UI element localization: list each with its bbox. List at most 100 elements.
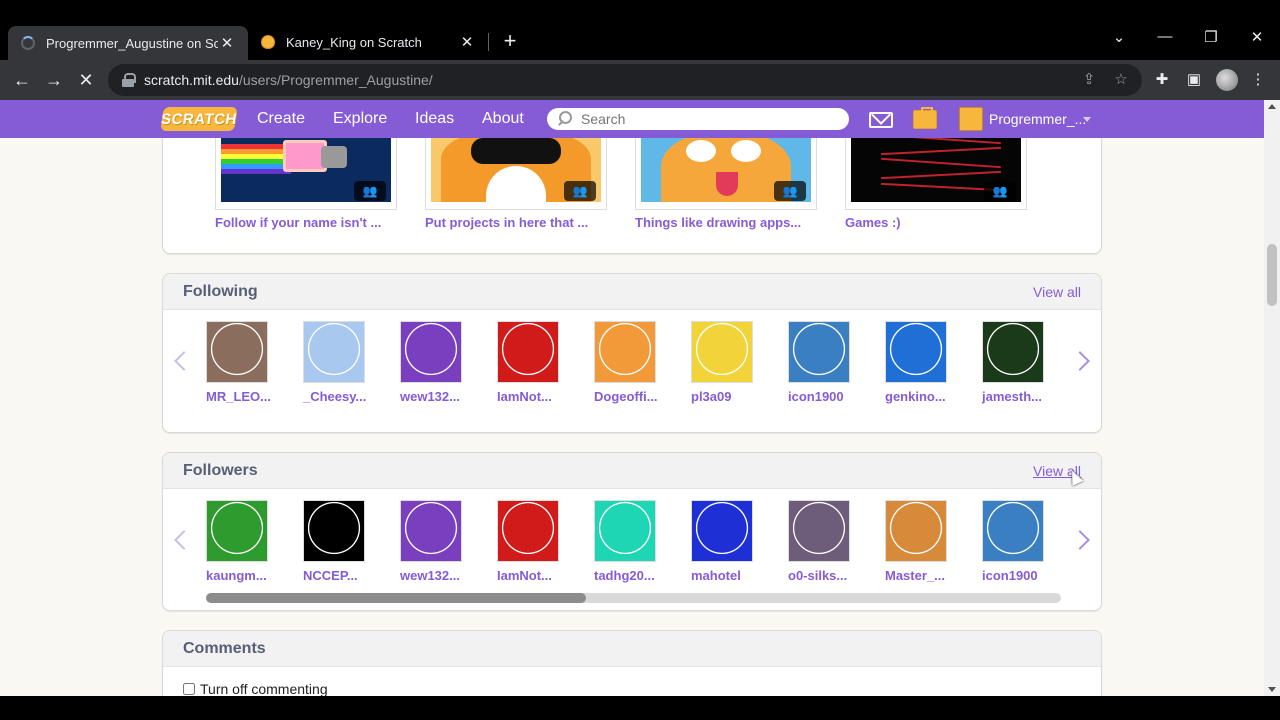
user-avatar[interactable]: [788, 321, 850, 383]
user-card[interactable]: Master_...: [885, 500, 965, 583]
nav-create[interactable]: Create: [257, 100, 305, 138]
user-avatar[interactable]: [206, 321, 268, 383]
carousel-next-icon[interactable]: [1070, 530, 1090, 550]
username-link[interactable]: mahotel: [691, 568, 771, 583]
nav-about[interactable]: About: [482, 100, 524, 138]
extensions-icon[interactable]: ✚: [1152, 70, 1172, 90]
user-avatar[interactable]: [206, 500, 268, 562]
page-scrollbar-thumb[interactable]: [1267, 244, 1277, 306]
search-input[interactable]: [581, 111, 841, 127]
user-card[interactable]: MR_LEO...: [206, 321, 286, 404]
studio-card[interactable]: 👥 Games :): [845, 124, 1027, 230]
minimize-button[interactable]: —: [1150, 28, 1180, 45]
horizontal-scrollbar[interactable]: [206, 593, 1061, 603]
username-link[interactable]: IamNot...: [497, 389, 577, 404]
studio-title[interactable]: Things like drawing apps...: [635, 215, 817, 230]
studio-title[interactable]: Follow if your name isn't ...: [215, 215, 397, 230]
username-link[interactable]: _Cheesy...: [303, 389, 383, 404]
username-link[interactable]: o0-silks...: [788, 568, 868, 583]
bookmark-star-icon[interactable]: ☆: [1112, 71, 1130, 89]
user-avatar[interactable]: [982, 500, 1044, 562]
studio-card[interactable]: 👥 Things like drawing apps...: [635, 124, 817, 230]
account-username[interactable]: Progremmer_...: [989, 100, 1086, 138]
close-window-button[interactable]: ✕: [1242, 28, 1272, 46]
profile-avatar[interactable]: [1216, 69, 1238, 91]
side-panel-icon[interactable]: ▣: [1184, 70, 1204, 90]
username-link[interactable]: icon1900: [982, 568, 1062, 583]
user-card[interactable]: mahotel: [691, 500, 771, 583]
following-view-all-link[interactable]: View all: [1033, 284, 1081, 300]
studio-title[interactable]: Games :): [845, 215, 1027, 230]
tab-close-icon[interactable]: ✕: [458, 33, 476, 51]
user-avatar[interactable]: [885, 321, 947, 383]
username-link[interactable]: genkino...: [885, 389, 965, 404]
turn-off-commenting-toggle[interactable]: Turn off commenting: [183, 681, 328, 696]
user-avatar[interactable]: [691, 500, 753, 562]
username-link[interactable]: NCCEP...: [303, 568, 383, 583]
forward-button[interactable]: →: [40, 66, 68, 94]
user-avatar[interactable]: [303, 500, 365, 562]
studio-title[interactable]: Put projects in here that ...: [425, 215, 607, 230]
search-box[interactable]: [547, 108, 849, 130]
tab-search-icon[interactable]: ⌄: [1104, 28, 1134, 46]
username-link[interactable]: Dogeoffi...: [594, 389, 674, 404]
user-avatar[interactable]: [303, 321, 365, 383]
username-link[interactable]: wew132...: [400, 568, 480, 583]
carousel-prev-icon[interactable]: [174, 351, 194, 371]
user-card[interactable]: _Cheesy...: [303, 321, 383, 404]
username-link[interactable]: IamNot...: [497, 568, 577, 583]
studio-card[interactable]: 👥 Put projects in here that ...: [425, 124, 607, 230]
user-card[interactable]: genkino...: [885, 321, 965, 404]
studio-card[interactable]: 👥 Follow if your name isn't ...: [215, 124, 397, 230]
user-avatar[interactable]: [497, 321, 559, 383]
user-avatar[interactable]: [400, 321, 462, 383]
user-card[interactable]: kaungm...: [206, 500, 286, 583]
username-link[interactable]: MR_LEO...: [206, 389, 286, 404]
tab-progremmer[interactable]: Progremmer_Augustine on Scrat ✕: [8, 26, 248, 60]
scrollbar-thumb[interactable]: [206, 593, 586, 603]
user-card[interactable]: o0-silks...: [788, 500, 868, 583]
user-avatar[interactable]: [594, 500, 656, 562]
stop-loading-button[interactable]: ✕: [72, 66, 100, 94]
carousel-prev-icon[interactable]: [174, 530, 194, 550]
user-card[interactable]: IamNot...: [497, 500, 577, 583]
scroll-down-icon[interactable]: [1268, 687, 1276, 692]
user-avatar[interactable]: [594, 321, 656, 383]
user-card[interactable]: wew132...: [400, 321, 480, 404]
user-avatar[interactable]: [788, 500, 850, 562]
scratch-logo[interactable]: SCRATCH: [160, 107, 238, 131]
user-card[interactable]: icon1900: [982, 500, 1062, 583]
username-link[interactable]: jamesth...: [982, 389, 1062, 404]
address-bar[interactable]: scratch.mit.edu/users/Progremmer_Augusti…: [108, 64, 1142, 96]
username-link[interactable]: wew132...: [400, 389, 480, 404]
username-link[interactable]: Master_...: [885, 568, 965, 583]
user-card[interactable]: icon1900: [788, 321, 868, 404]
user-card[interactable]: tadhg20...: [594, 500, 674, 583]
user-avatar[interactable]: [400, 500, 462, 562]
user-card[interactable]: NCCEP...: [303, 500, 383, 583]
username-link[interactable]: kaungm...: [206, 568, 286, 583]
messages-icon[interactable]: [869, 112, 893, 128]
user-avatar[interactable]: [497, 500, 559, 562]
my-stuff-icon[interactable]: [913, 107, 937, 129]
scroll-up-icon[interactable]: [1268, 104, 1276, 109]
user-avatar[interactable]: [885, 500, 947, 562]
username-link[interactable]: tadhg20...: [594, 568, 674, 583]
chevron-down-icon[interactable]: [1083, 117, 1091, 122]
new-tab-button[interactable]: +: [498, 30, 522, 54]
user-card[interactable]: wew132...: [400, 500, 480, 583]
share-icon[interactable]: ⇪: [1080, 71, 1098, 89]
browser-menu-icon[interactable]: ⋮: [1248, 70, 1268, 90]
user-card[interactable]: Dogeoffi...: [594, 321, 674, 404]
tab-kaney-king[interactable]: Kaney_King on Scratch ✕: [248, 26, 488, 58]
turn-off-commenting-checkbox[interactable]: [183, 683, 195, 695]
tab-close-icon[interactable]: ✕: [218, 34, 236, 52]
username-link[interactable]: pl3a09: [691, 389, 771, 404]
nav-explore[interactable]: Explore: [333, 100, 387, 138]
page-scrollbar[interactable]: [1264, 100, 1280, 696]
restore-button[interactable]: ❐: [1196, 28, 1226, 46]
user-avatar[interactable]: [691, 321, 753, 383]
username-link[interactable]: icon1900: [788, 389, 868, 404]
user-card[interactable]: IamNot...: [497, 321, 577, 404]
user-card[interactable]: jamesth...: [982, 321, 1062, 404]
